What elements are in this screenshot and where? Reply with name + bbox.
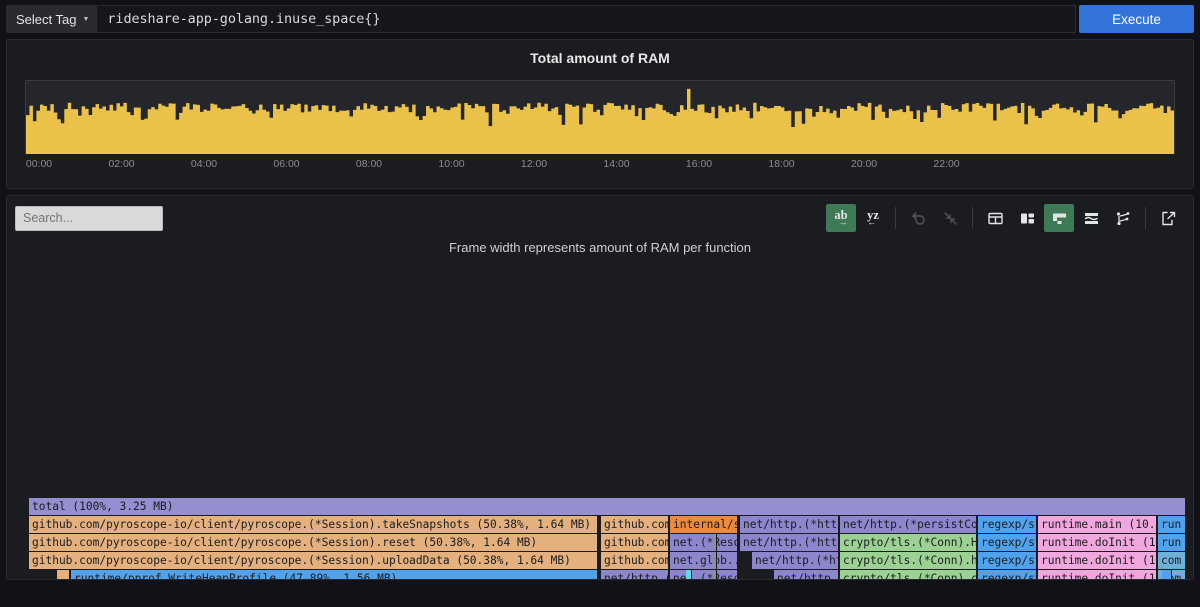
- collapse-button: [935, 204, 965, 232]
- flamegraph-frame[interactable]: com: [1158, 552, 1186, 569]
- flamegraph-frame[interactable]: runtime/pprof.WriteHeapProfile (47.89%, …: [71, 570, 598, 579]
- flamegraph-frame[interactable]: github.com.: [601, 516, 669, 533]
- timeline-area-series: [26, 88, 1174, 154]
- x-tick-label: 06:00: [273, 158, 300, 170]
- flamegraph-frame[interactable]: run: [1158, 516, 1186, 533]
- table-and-flamegraph-view-icon: [1019, 210, 1036, 227]
- timeline-title: Total amount of RAM: [530, 50, 670, 66]
- query-bar: Select Tag ▼ Execute: [0, 0, 1200, 33]
- toolbar-separator: [972, 207, 973, 229]
- flamegraph-frame[interactable]: crypto/tls.(*Conn).Hands: [840, 534, 977, 551]
- x-tick-label: 16:00: [685, 158, 713, 170]
- x-tick-label: 18:00: [768, 158, 795, 170]
- toolbar-separator: [1145, 207, 1146, 229]
- flamegraph-frame[interactable]: regexp/syn: [978, 570, 1037, 579]
- flamegraph-thin-frame[interactable]: [713, 552, 717, 569]
- flamegraph-frame[interactable]: runtime.doInit (10.59: [1038, 534, 1157, 551]
- flamegraph-frame[interactable]: runtime.doInit (10.59: [1038, 552, 1157, 569]
- flamegraph-frame[interactable]: net.(*Reso: [670, 570, 738, 579]
- table-view-icon: [987, 210, 1004, 227]
- execute-button[interactable]: Execute: [1079, 5, 1194, 33]
- flamegraph-frame[interactable]: regexp/syn: [978, 534, 1037, 551]
- timeline-panel: Total amount of RAM 00:00 02:00 04:00 06:00…: [6, 39, 1194, 189]
- flamegraph-frame[interactable]: [57, 570, 70, 579]
- undo-icon: [910, 210, 927, 227]
- both-view-button[interactable]: [1012, 204, 1042, 232]
- query-input[interactable]: [97, 5, 1076, 33]
- chevron-down-icon: ▼: [82, 15, 90, 23]
- flamegraph-frame[interactable]: run: [1158, 534, 1186, 551]
- flamegraph-view-icon: [1051, 210, 1068, 227]
- flamegraph-frame[interactable]: net/http.(: [601, 570, 669, 579]
- flamegraph-caption: Frame width represents amount of RAM per…: [448, 240, 752, 255]
- sort-alphabetical-desc-icon: yz ←: [867, 208, 879, 227]
- flamegraph-frame[interactable]: github.com.: [601, 534, 669, 551]
- flamegraph-frame[interactable]: crypto/tls.(*Conn).hands: [840, 552, 977, 569]
- tree-view-button[interactable]: [1108, 204, 1138, 232]
- flamegraph-thin-frame[interactable]: [686, 570, 692, 579]
- flamegraph-frame[interactable]: net/http.(*http2cl: [740, 516, 839, 533]
- flamegraph-frame[interactable]: net/http.(*http2: [752, 552, 839, 569]
- flamegraph-frame[interactable]: github.com/pyroscope-io/client/pyroscope…: [29, 516, 598, 533]
- flamegraph-frame[interactable]: runtime.doInit (10.59: [1038, 570, 1157, 579]
- sort-za-button[interactable]: yz ←: [858, 204, 888, 232]
- toolbar-actions: ab → yz ←: [826, 204, 1183, 232]
- flamegraph-frame[interactable]: github.com.: [601, 552, 669, 569]
- sort-alphabetical-asc-icon: ab →: [834, 208, 848, 227]
- flamegraph-panel: ab→ yz← Frame width represents amount of …: [6, 195, 1194, 580]
- x-tick-label: 08:00: [355, 158, 383, 170]
- flamegraph-frame[interactable]: runtime.main (10.59%,: [1038, 516, 1157, 533]
- flamegraph-frame[interactable]: github.com/pyroscope-io/client/pyroscope…: [29, 552, 598, 569]
- timeline-x-axis: 00:00 02:00 04:00 06:00 08:00 10:00 12:00 14:00…: [25, 158, 1175, 174]
- flamegraph-frame[interactable]: net.(*Reso: [670, 534, 738, 551]
- flamegraph-thin-frame[interactable]: [1162, 570, 1172, 579]
- x-tick-label: 02:00: [108, 158, 135, 170]
- search-input[interactable]: [15, 205, 163, 231]
- flamegraph-frame[interactable]: net/http.(*persistConn).: [840, 516, 977, 533]
- flamegraph-thin-frame[interactable]: [713, 534, 717, 551]
- select-tag-dropdown[interactable]: Select Tag ▼: [6, 5, 98, 33]
- x-tick-label: 12:00: [520, 158, 548, 170]
- tree-view-icon: [1115, 210, 1132, 227]
- flamegraph-toolbar: ab→ yz←: [7, 196, 1193, 240]
- toolbar-separator: [895, 207, 896, 229]
- flamegraph-canvas[interactable]: total (100%, 3.25 MB) github.com/pyroscop…: [29, 498, 1186, 579]
- flamegraph-frame[interactable]: regexp/syn: [978, 552, 1037, 569]
- select-tag-label: Select Tag: [16, 11, 77, 27]
- flamegraph-frame[interactable]: internal/s: [670, 516, 738, 533]
- flamegraph-frame[interactable]: github.com/pyroscope-io/client/pyroscope…: [29, 534, 598, 551]
- flamegraph-frame[interactable]: crypto/tls.(*Conn).clien: [840, 570, 977, 579]
- reset-view-button: [903, 204, 933, 232]
- sandwich-view-button[interactable]: [1076, 204, 1106, 232]
- x-tick-label: 22:00: [933, 158, 960, 170]
- x-tick-label: 10:00: [438, 158, 465, 170]
- sort-az-button[interactable]: ab →: [826, 204, 856, 232]
- sandwich-view-icon: [1083, 210, 1100, 227]
- collapse-icon: [942, 210, 959, 227]
- flamegraph-frame[interactable]: regexp/syn: [978, 516, 1037, 533]
- x-tick-label: 14:00: [603, 158, 630, 170]
- export-icon: [1160, 210, 1177, 227]
- table-view-button[interactable]: [980, 204, 1010, 232]
- flamegraph-thin-frame[interactable]: [713, 570, 717, 579]
- flamegraph-frame[interactable]: net/http.(*http2cl: [740, 534, 839, 551]
- export-button[interactable]: [1153, 204, 1183, 232]
- flamegraph-frame[interactable]: net.glob..: [670, 552, 738, 569]
- x-tick-label: 20:00: [850, 158, 878, 170]
- timeline-chart[interactable]: [25, 80, 1175, 154]
- flamegraph-view-button[interactable]: [1044, 204, 1074, 232]
- x-tick-label: 00:00: [25, 158, 53, 170]
- x-tick-label: 04:00: [190, 158, 218, 170]
- flamegraph-root-frame[interactable]: total (100%, 3.25 MB): [29, 498, 1186, 515]
- flamegraph-frame[interactable]: net/http.(*: [774, 570, 839, 579]
